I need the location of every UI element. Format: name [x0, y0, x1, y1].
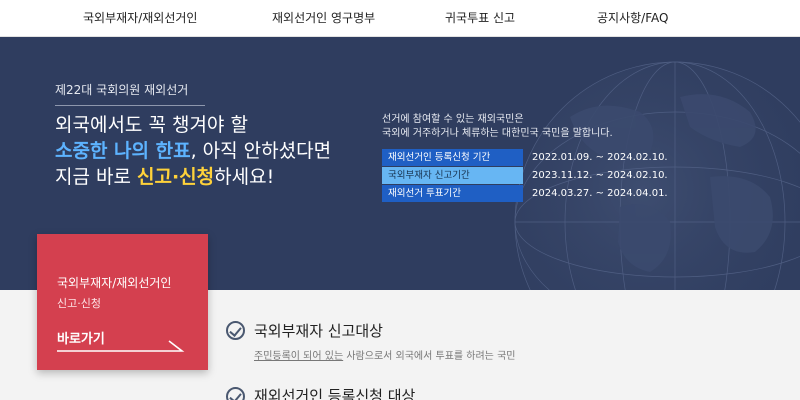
eligibility-intro-line-2: 국외에 거주하거나 체류하는 대한민국 국민을 말합니다. [382, 128, 613, 139]
nav-item-return-voting[interactable]: 귀국투표 신고 [445, 0, 515, 37]
check-circle-icon [226, 387, 245, 400]
schedule-row: 재외선거인 등록신청 기간 2022.01.09. ~ 2024.02.10. [382, 149, 702, 166]
card-title: 국외부재자/재외선거인 [57, 276, 172, 290]
target-desc-rest: 사람으로서 외국에서 투표를 하려는 국민 [343, 351, 516, 362]
headline-line-2: 소중한 나의 한표, 아직 안하셨다면 [55, 138, 331, 164]
check-circle-icon [226, 321, 245, 340]
target-desc-underline: 주민등록이 되어 있는 [254, 351, 344, 362]
headline-line-3: 지금 바로 신고·신청하세요! [55, 164, 331, 190]
target-title-absentee: 국외부재자 신고대상 [254, 320, 383, 341]
nav-item-permanent-register[interactable]: 재외선거인 영구명부 [272, 0, 375, 37]
schedule-table: 재외선거인 등록신청 기간 2022.01.09. ~ 2024.02.10. … [382, 149, 702, 203]
schedule-date-registration: 2022.01.09. ~ 2024.02.10. [532, 152, 668, 163]
target-title-overseas-bold: 재외선거인 [254, 387, 324, 400]
target-title-absentee-rest: 신고대상 [323, 322, 383, 340]
headline-line-3-end: 하세요! [214, 166, 275, 188]
eligibility-intro-line-1: 선거에 참여할 수 있는 재외국민은 [382, 114, 524, 125]
hero-headline: 외국에서도 꼭 챙겨야 할 소중한 나의 한표, 아직 안하셨다면 지금 바로 … [55, 112, 331, 190]
target-title-overseas-rest: 등록신청 대상 [323, 387, 416, 400]
schedule-label-report: 국외부재자 신고기간 [382, 167, 523, 184]
election-title: 제22대 국회의원 재외선거 [55, 81, 206, 106]
card-subtitle: 신고·신청 [57, 297, 101, 310]
apply-card[interactable]: 국외부재자/재외선거인 신고·신청 바로가기 [37, 234, 208, 370]
headline-line-2-rest: , 아직 안하셨다면 [190, 140, 332, 162]
headline-highlight-vote: 소중한 나의 한표 [55, 140, 191, 162]
arrow-right-icon [57, 340, 185, 352]
schedule-label-voting: 재외선거 투표기간 [382, 185, 523, 202]
schedule-date-report: 2023.11.12. ~ 2024.02.10. [532, 170, 668, 181]
headline-line-3-start: 지금 바로 [55, 166, 137, 188]
schedule-label-registration: 재외선거인 등록신청 기간 [382, 149, 523, 166]
top-navigation: 국외부재자/재외선거인 재외선거인 영구명부 귀국투표 신고 공지사항/FAQ [0, 0, 800, 37]
schedule-row: 국외부재자 신고기간 2023.11.12. ~ 2024.02.10. [382, 167, 702, 184]
nav-item-overseas-absentee[interactable]: 국외부재자/재외선거인 [83, 0, 197, 37]
schedule-date-voting: 2024.03.27. ~ 2024.04.01. [532, 188, 668, 199]
headline-line-1: 외국에서도 꼭 챙겨야 할 [55, 114, 248, 136]
nav-item-notice-faq[interactable]: 공지사항/FAQ [597, 0, 668, 37]
target-desc-absentee: 주민등록이 되어 있는 사람으로서 외국에서 투표를 하려는 국민 [254, 347, 515, 362]
eligibility-intro: 선거에 참여할 수 있는 재외국민은 국외에 거주하거나 체류하는 대한민국 국… [382, 113, 613, 141]
target-title-overseas-voter: 재외선거인 등록신청 대상 [254, 385, 415, 400]
headline-highlight-apply: 신고·신청 [137, 166, 215, 188]
schedule-row: 재외선거 투표기간 2024.03.27. ~ 2024.04.01. [382, 185, 702, 202]
target-title-absentee-bold: 국외부재자 [254, 322, 324, 340]
